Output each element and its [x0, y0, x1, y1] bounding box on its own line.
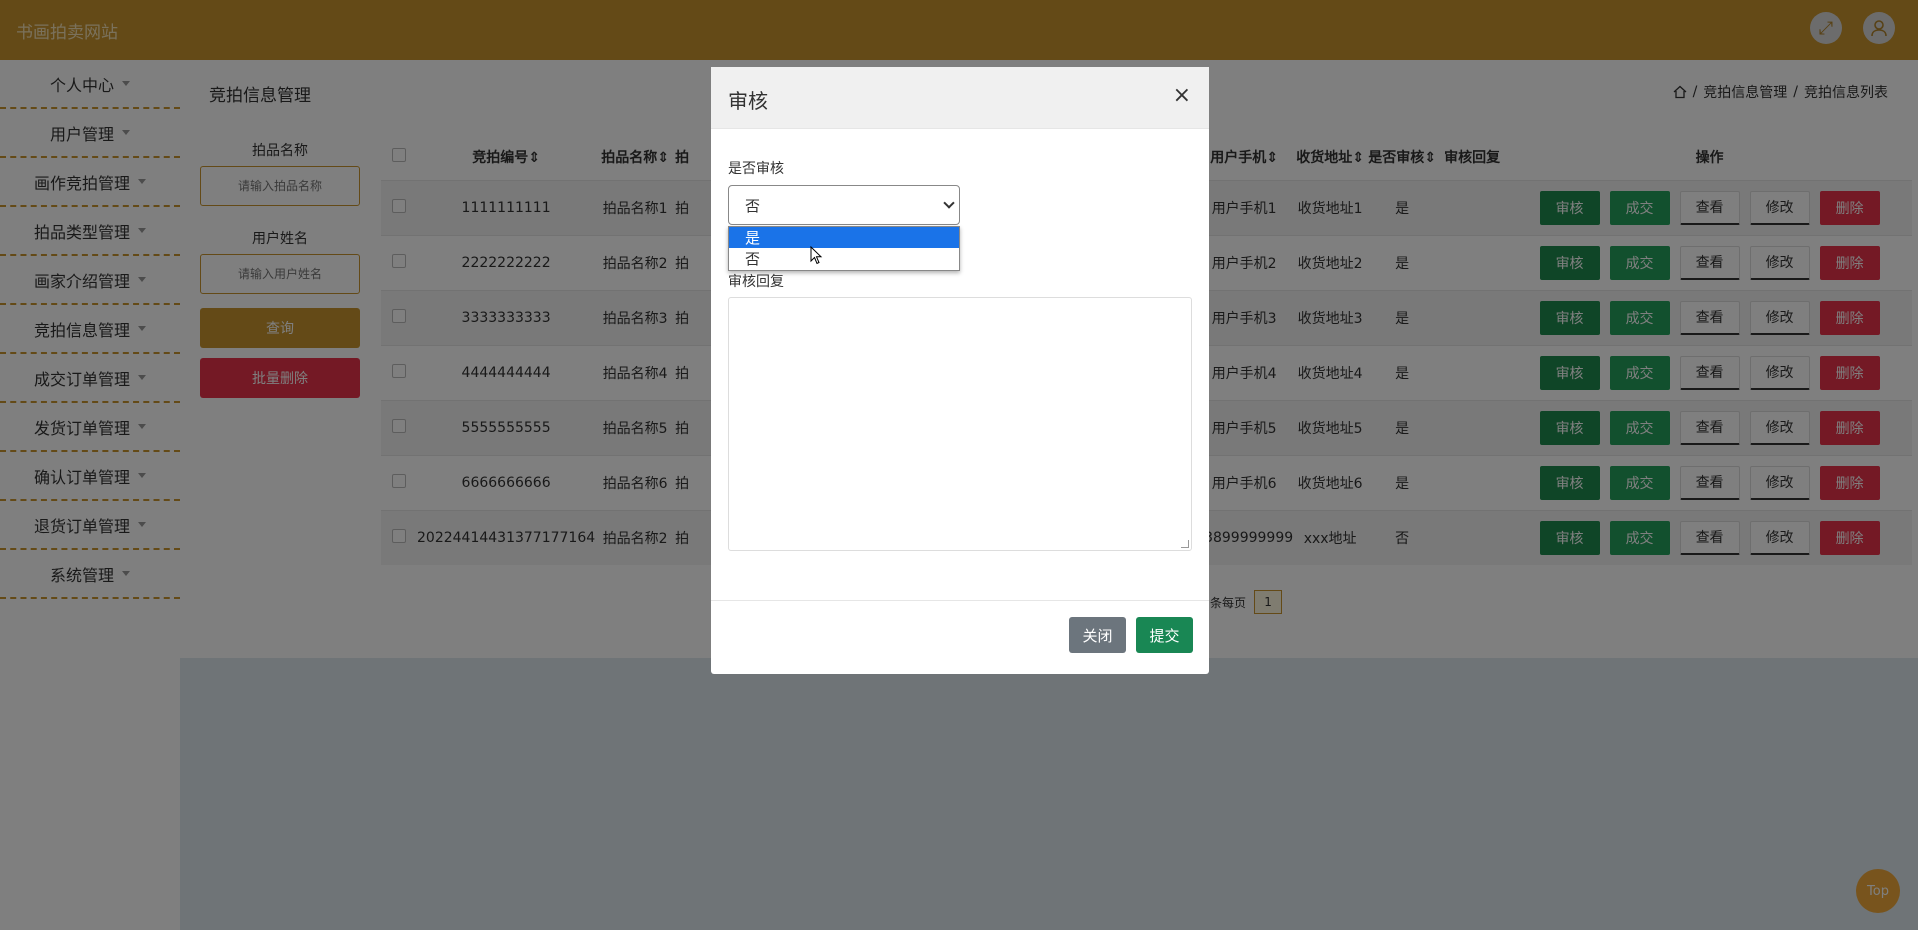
submit-button[interactable]: 提交 [1136, 617, 1193, 653]
close-button[interactable]: 关闭 [1069, 617, 1126, 653]
resize-handle-icon[interactable] [1181, 540, 1189, 548]
option-yes[interactable]: 是 [729, 227, 959, 248]
modal-title: 审核 [728, 89, 768, 113]
chevron-down-icon [943, 197, 955, 209]
audit-reply-textarea[interactable] [728, 297, 1192, 551]
mouse-cursor-icon [810, 246, 823, 265]
audit-modal: 审核 × 是否审核 否 是 否 审核回复 关闭 提交 [711, 67, 1209, 674]
modal-footer-divider [711, 600, 1209, 601]
option-no[interactable]: 否 [729, 248, 959, 269]
audit-status-label: 是否审核 [728, 161, 784, 177]
audit-reply-label: 审核回复 [728, 274, 784, 290]
modal-header: 审核 × [711, 67, 1209, 129]
audit-status-dropdown: 是 否 [728, 226, 960, 271]
close-icon[interactable]: × [1173, 83, 1191, 108]
audit-status-select[interactable]: 否 [728, 185, 960, 225]
audit-status-value: 否 [745, 196, 761, 215]
